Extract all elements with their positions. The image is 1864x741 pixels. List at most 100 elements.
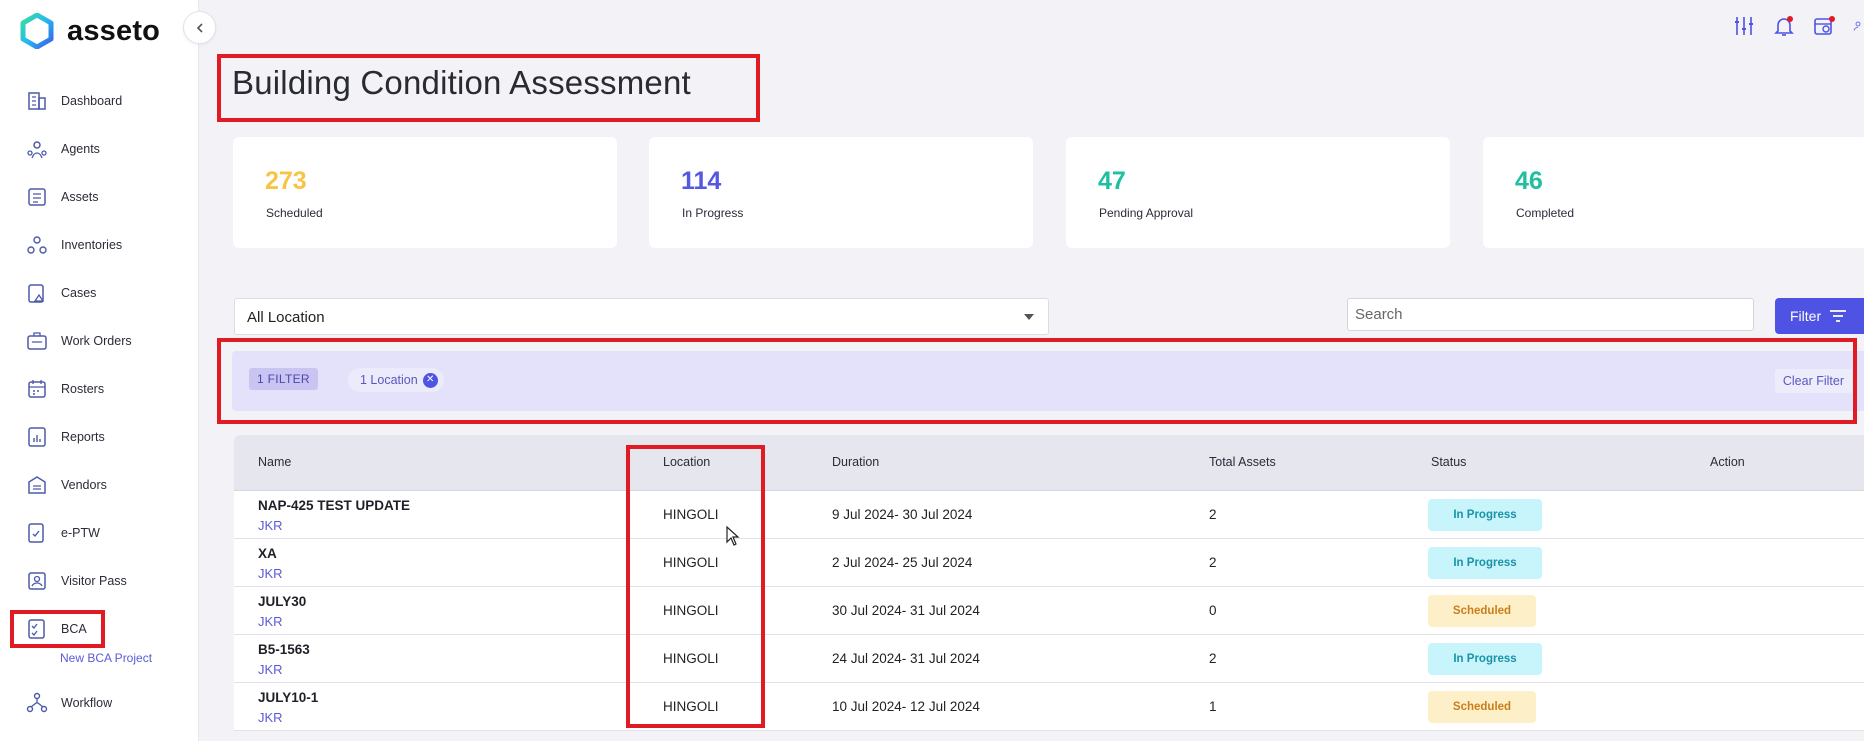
row-total-assets: 2 (1209, 651, 1217, 666)
sidebar-item-rosters[interactable]: Rosters (0, 369, 199, 409)
row-location: HINGOLI (663, 603, 719, 618)
reports-icon (28, 427, 46, 447)
column-header-action: Action (1710, 455, 1745, 469)
sidebar-item-agents[interactable]: Agents (0, 129, 199, 169)
sliders-icon[interactable] (1732, 14, 1756, 38)
row-name[interactable]: XA (258, 546, 277, 561)
row-sub: JKR (258, 710, 283, 725)
column-header-location[interactable]: Location (663, 455, 710, 469)
permit-icon (28, 523, 44, 543)
column-header-duration[interactable]: Duration (832, 455, 879, 469)
row-duration: 24 Jul 2024- 31 Jul 2024 (832, 651, 980, 666)
user-icon[interactable] (1852, 14, 1864, 38)
status-badge: In Progress (1428, 499, 1542, 531)
workflow-icon (26, 692, 48, 713)
location-select[interactable]: All Location (234, 298, 1049, 335)
stat-card-completed[interactable]: 46 Completed (1483, 137, 1864, 248)
row-name[interactable]: B5-1563 (258, 642, 310, 657)
stat-value: 47 (1098, 167, 1126, 195)
stat-value: 46 (1515, 167, 1543, 195)
sidebar-item-dashboard[interactable]: Dashboard (0, 81, 199, 121)
sidebar-item-assets[interactable]: Assets (0, 177, 199, 217)
row-duration: 2 Jul 2024- 25 Jul 2024 (832, 555, 973, 570)
sidebar: asseto Dashboard Agents Assets Inventori… (0, 0, 199, 741)
row-name[interactable]: NAP-425 TEST UPDATE (258, 498, 410, 513)
visitor-icon (28, 572, 46, 590)
sidebar-item-vendors[interactable]: Vendors (0, 465, 199, 505)
stat-value: 273 (265, 167, 307, 195)
row-duration: 9 Jul 2024- 30 Jul 2024 (832, 507, 973, 522)
filter-button[interactable]: Filter (1775, 298, 1864, 334)
filter-count-badge: 1 FILTER (249, 368, 318, 390)
bell-icon[interactable] (1772, 14, 1796, 38)
stat-card-pending-approval[interactable]: 47 Pending Approval (1066, 137, 1450, 248)
status-badge: In Progress (1428, 547, 1542, 579)
status-badge: Scheduled (1428, 691, 1536, 723)
row-total-assets: 0 (1209, 603, 1217, 618)
page-title: Building Condition Assessment (232, 64, 691, 101)
row-duration: 30 Jul 2024- 31 Jul 2024 (832, 603, 980, 618)
active-filters-bar: 1 FILTER 1 Location ✕ Clear Filter (232, 351, 1864, 411)
row-location: HINGOLI (663, 651, 719, 666)
row-total-assets: 1 (1209, 699, 1217, 714)
row-name[interactable]: JULY10-1 (258, 690, 318, 705)
table-header: Name Location Duration Total Assets Stat… (234, 435, 1864, 491)
row-name[interactable]: JULY30 (258, 594, 306, 609)
location-filter-chip[interactable]: 1 Location ✕ (348, 368, 444, 392)
row-sub: JKR (258, 614, 283, 629)
sidebar-item-inventories[interactable]: Inventories (0, 225, 199, 265)
table-row[interactable]: JULY10-1 JKR HINGOLI 10 Jul 2024- 12 Jul… (234, 683, 1864, 731)
row-duration: 10 Jul 2024- 12 Jul 2024 (832, 699, 980, 714)
header-icons (1732, 14, 1864, 38)
location-select-value: All Location (247, 309, 325, 326)
stat-card-scheduled[interactable]: 273 Scheduled (233, 137, 617, 248)
row-sub: JKR (258, 662, 283, 677)
filter-button-label: Filter (1790, 308, 1822, 324)
sidebar-item-work-orders[interactable]: Work Orders (0, 321, 199, 361)
chevron-left-icon (196, 22, 203, 33)
stat-label: In Progress (682, 206, 744, 220)
cases-icon (28, 284, 45, 303)
stat-value: 114 (681, 167, 722, 195)
table-row[interactable]: B5-1563 JKR HINGOLI 24 Jul 2024- 31 Jul … (234, 635, 1864, 683)
assets-icon (28, 188, 46, 206)
calendar-icon (28, 380, 46, 398)
sidebar-item-visitor-pass[interactable]: Visitor Pass (0, 561, 199, 601)
column-header-total-assets[interactable]: Total Assets (1209, 455, 1276, 469)
stat-card-in-progress[interactable]: 114 In Progress (649, 137, 1033, 248)
app-name: asseto (67, 14, 161, 47)
agents-icon (27, 141, 47, 159)
status-badge: Scheduled (1428, 595, 1536, 627)
sidebar-item-workflow[interactable]: Workflow (0, 683, 199, 723)
calendar-refresh-icon[interactable] (1812, 14, 1836, 38)
inventories-icon (27, 236, 47, 254)
table-row[interactable]: NAP-425 TEST UPDATE JKR HINGOLI 9 Jul 20… (234, 491, 1864, 539)
row-location: HINGOLI (663, 507, 719, 522)
stat-label: Completed (1516, 206, 1575, 220)
logo-hexagon-icon (20, 13, 54, 49)
row-total-assets: 2 (1209, 555, 1217, 570)
close-icon[interactable]: ✕ (422, 372, 438, 388)
stat-label: Scheduled (266, 206, 323, 220)
table-row[interactable]: XA JKR HINGOLI 2 Jul 2024- 25 Jul 2024 2… (234, 539, 1864, 587)
checklist-icon (28, 619, 45, 639)
sidebar-item-reports[interactable]: Reports (0, 417, 199, 457)
caret-down-icon (1024, 314, 1034, 320)
column-header-status[interactable]: Status (1431, 455, 1466, 469)
sidebar-item-eptw[interactable]: e-PTW (0, 513, 199, 553)
row-sub: JKR (258, 518, 283, 533)
work-orders-icon (27, 332, 47, 350)
sidebar-subitem-new-bca-project[interactable]: New BCA Project (0, 638, 199, 678)
column-header-name[interactable]: Name (258, 455, 291, 469)
table-row[interactable]: JULY30 JKR HINGOLI 30 Jul 2024- 31 Jul 2… (234, 587, 1864, 635)
location-chip-label: 1 Location (360, 373, 418, 387)
filter-lines-icon (1830, 310, 1847, 322)
sidebar-item-cases[interactable]: Cases (0, 273, 199, 313)
sidebar-collapse-button[interactable] (183, 11, 216, 44)
vendors-icon (28, 476, 46, 494)
app-logo[interactable]: asseto (19, 10, 160, 52)
clear-filter-button[interactable]: Clear Filter (1774, 369, 1852, 393)
row-total-assets: 2 (1209, 507, 1217, 522)
search-input[interactable] (1347, 298, 1754, 331)
row-location: HINGOLI (663, 699, 719, 714)
